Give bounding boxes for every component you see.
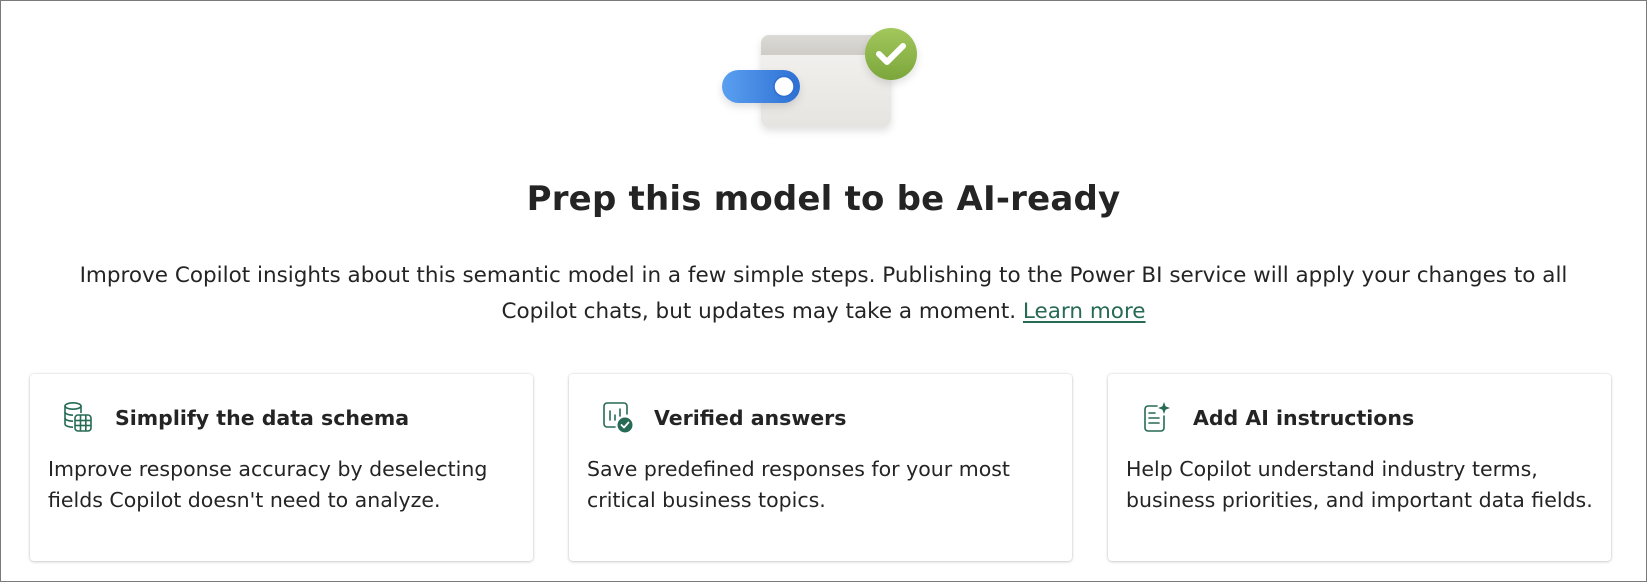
card-simplify-schema[interactable]: Simplify the data schema Improve respons… [30,374,533,561]
card-title: Verified answers [654,406,847,430]
card-ai-instructions[interactable]: Add AI instructions Help Copilot underst… [1108,374,1611,561]
chart-check-icon [603,402,633,433]
ai-ready-illustration-icon [722,28,917,127]
card-title: Simplify the data schema [115,406,410,430]
card-text: Improve response accuracy by deselecting… [48,457,488,512]
ai-ready-panel: Prep this model to be AI-ready Improve C… [0,0,1647,582]
description-text: Improve Copilot insights about this sema… [79,263,1568,324]
document-sparkle-icon [1144,402,1170,432]
card-verified-answers[interactable]: Verified answers Save predefined respons… [569,374,1072,561]
card-text: Save predefined responses for your most … [587,457,1010,512]
table-schema-icon [64,401,92,432]
page-title: Prep this model to be AI-ready [526,179,1121,219]
page-description: Improve Copilot insights about this sema… [41,258,1606,330]
learn-more-link[interactable]: Learn more [1023,299,1146,324]
card-title: Add AI instructions [1193,406,1415,430]
card-text: Help Copilot understand industry terms, … [1126,457,1593,512]
